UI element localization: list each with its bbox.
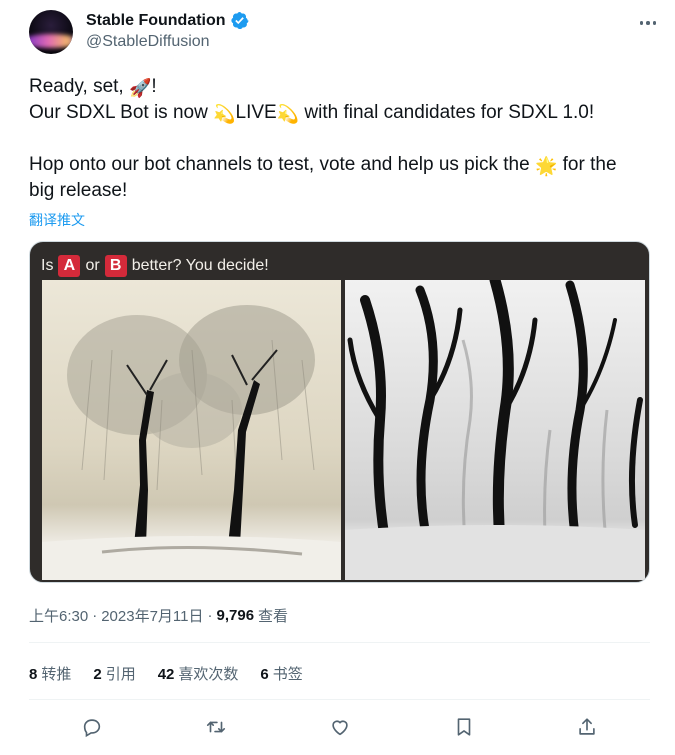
engagement-stats: 8 转推 2 引用 42 喜欢次数 6 书签 <box>29 663 303 684</box>
stat-likes[interactable]: 42 喜欢次数 <box>158 663 239 684</box>
author-display-name[interactable]: Stable Foundation <box>86 12 226 30</box>
reply-icon[interactable] <box>77 712 107 742</box>
tweet-date[interactable]: 2023年7月11日 <box>101 605 203 626</box>
media-caption: Is A or B better? You decide! <box>41 255 269 277</box>
stat-retweets[interactable]: 8 转推 <box>29 663 71 684</box>
dizzy-emoji: 💫 <box>276 104 300 124</box>
bookmark-icon[interactable] <box>449 712 479 742</box>
option-a-badge: A <box>58 255 81 277</box>
tweet-line-2: Our SDXL Bot is now 💫LIVE💫 with final ca… <box>29 102 595 124</box>
divider <box>29 642 650 643</box>
option-b-badge: B <box>104 255 127 277</box>
stat-bookmarks[interactable]: 6 书签 <box>260 663 302 684</box>
verified-badge-icon <box>230 11 249 30</box>
tweet-text: Ready, set, 🚀! Our SDXL Bot is now 💫LIVE… <box>29 74 654 204</box>
tweet-media[interactable]: Is A or B better? You decide! <box>29 241 650 583</box>
like-icon[interactable] <box>325 712 355 742</box>
author-handle[interactable]: @StableDiffusion <box>86 33 210 51</box>
share-icon[interactable] <box>572 712 602 742</box>
rocket-emoji: 🚀 <box>128 78 152 98</box>
divider <box>29 699 650 700</box>
tweet-line-4: big release! <box>29 180 128 201</box>
image-option-b <box>345 280 645 580</box>
dizzy-emoji: 💫 <box>213 104 236 124</box>
tweet-line-3: Hop onto our bot channels to test, vote … <box>29 154 617 176</box>
tweet-time[interactable]: 上午6:30 <box>29 605 88 626</box>
more-icon[interactable] <box>637 14 659 32</box>
tweet-header: Stable Foundation @StableDiffusion <box>29 10 659 56</box>
glowing-star-emoji: 🌟 <box>534 156 558 176</box>
avatar[interactable] <box>29 10 73 54</box>
view-label: 查看 <box>258 608 289 625</box>
tweet-actions <box>29 712 650 742</box>
view-count: 9,796 <box>216 607 255 624</box>
image-option-a <box>42 280 341 580</box>
tweet-line-1: Ready, set, 🚀! <box>29 76 157 98</box>
stat-quotes[interactable]: 2 引用 <box>93 663 135 684</box>
tweet-meta: 上午6:30 · 2023年7月11日 · 9,796 查看 <box>29 605 289 626</box>
retweet-icon[interactable] <box>201 712 231 742</box>
translate-tweet-link[interactable]: 翻译推文 <box>29 210 85 230</box>
author-name-row: Stable Foundation <box>86 11 249 30</box>
